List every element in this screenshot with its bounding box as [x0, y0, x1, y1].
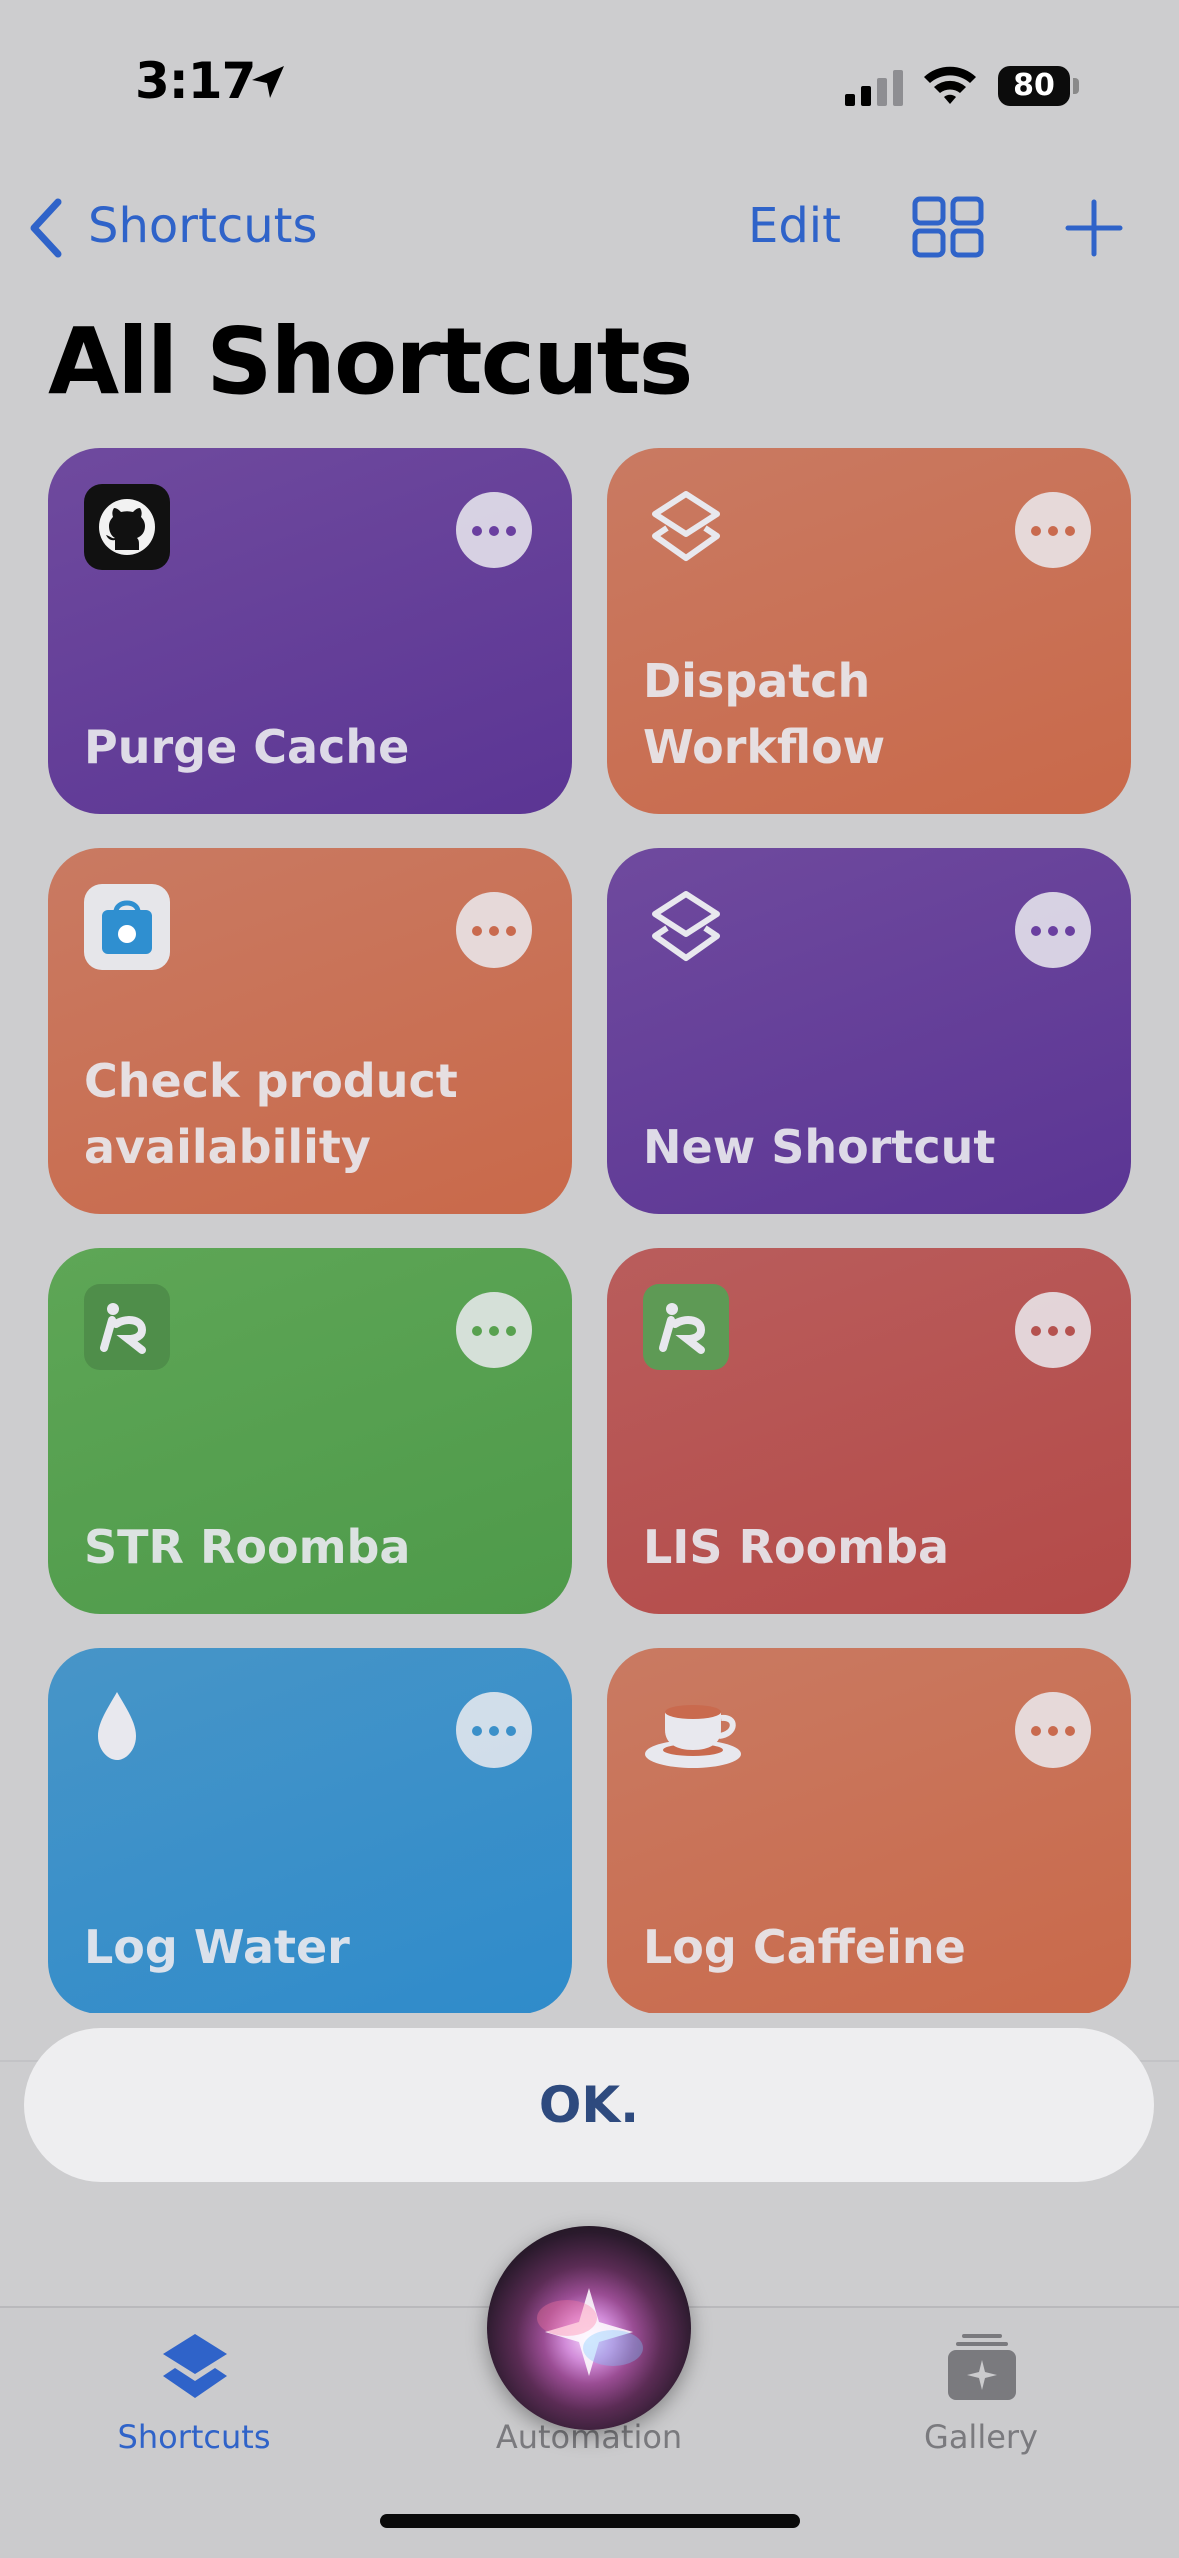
water-drop-icon — [98, 1692, 136, 1760]
shortcuts-grid: Purge Cache Dispatch Workflow Check prod… — [48, 448, 1131, 2013]
add-shortcut-icon[interactable] — [1064, 198, 1124, 258]
shortcut-card-check-product-availability[interactable]: Check product availability — [48, 848, 572, 1214]
chevron-left-icon[interactable] — [24, 196, 68, 260]
more-options-button[interactable] — [456, 1692, 532, 1768]
shortcut-label: Check product availability — [84, 1054, 458, 1174]
edit-button[interactable]: Edit — [748, 198, 841, 254]
shortcut-label: Purge Cache — [84, 720, 410, 774]
more-options-button[interactable] — [1015, 492, 1091, 568]
cellular-signal-icon — [845, 70, 903, 106]
more-options-button[interactable] — [1015, 1292, 1091, 1368]
irobot-icon — [84, 1284, 170, 1370]
shortcut-label: Log Caffeine — [643, 1920, 966, 1974]
github-icon — [84, 484, 170, 570]
more-options-button[interactable] — [456, 492, 532, 568]
more-options-button[interactable] — [1015, 892, 1091, 968]
wifi-icon — [924, 66, 976, 104]
tab-shortcuts[interactable]: Shortcuts — [44, 2308, 344, 2468]
shortcut-card-log-water[interactable]: Log Water — [48, 1648, 572, 2013]
shortcut-card-lis-roomba[interactable]: LIS Roomba — [607, 1248, 1131, 1614]
shortcut-card-purge-cache[interactable]: Purge Cache — [48, 448, 572, 814]
grid-view-icon[interactable] — [912, 196, 984, 258]
shortcut-label: STR Roomba — [84, 1520, 411, 1574]
status-bar: 3:17 80 — [0, 0, 1179, 150]
status-time: 3:17 — [135, 52, 256, 110]
more-options-button[interactable] — [456, 892, 532, 968]
siri-waveform-icon — [537, 2288, 643, 2376]
shortcut-card-new-shortcut[interactable]: New Shortcut — [607, 848, 1131, 1214]
shortcut-label: Log Water — [84, 1920, 350, 1974]
tab-label: Gallery — [924, 2418, 1038, 2456]
shortcut-card-str-roomba[interactable]: STR Roomba — [48, 1248, 572, 1614]
shortcut-label: New Shortcut — [643, 1120, 996, 1174]
navigation-bar: Shortcuts Edit — [0, 180, 1179, 280]
battery-indicator: 80 — [998, 66, 1070, 106]
irobot-icon — [643, 1284, 729, 1370]
location-arrow-icon — [252, 66, 284, 98]
shortcut-card-log-caffeine[interactable]: Log Caffeine — [607, 1648, 1131, 2013]
siri-response-bubble: OK. — [24, 2028, 1154, 2182]
more-options-button[interactable] — [1015, 1692, 1091, 1768]
home-indicator — [380, 2514, 800, 2528]
layers-icon — [652, 491, 720, 561]
tab-label: Shortcuts — [117, 2418, 271, 2456]
page-title: All Shortcuts — [48, 308, 693, 415]
shortcut-label: LIS Roomba — [643, 1520, 950, 1574]
shortcut-card-dispatch-workflow[interactable]: Dispatch Workflow — [607, 448, 1131, 814]
layers-icon — [652, 891, 720, 961]
tab-gallery[interactable]: Gallery — [831, 2308, 1131, 2468]
shortcut-label: Dispatch Workflow — [643, 654, 886, 774]
coffee-cup-icon — [645, 1705, 741, 1768]
more-options-button[interactable] — [456, 1292, 532, 1368]
siri-orb-icon[interactable] — [487, 2226, 691, 2430]
back-button[interactable]: Shortcuts — [88, 198, 317, 254]
apple-store-icon — [84, 884, 170, 970]
gallery-icon — [948, 2334, 1016, 2400]
layers-icon — [163, 2334, 227, 2398]
battery-nub — [1073, 78, 1079, 94]
